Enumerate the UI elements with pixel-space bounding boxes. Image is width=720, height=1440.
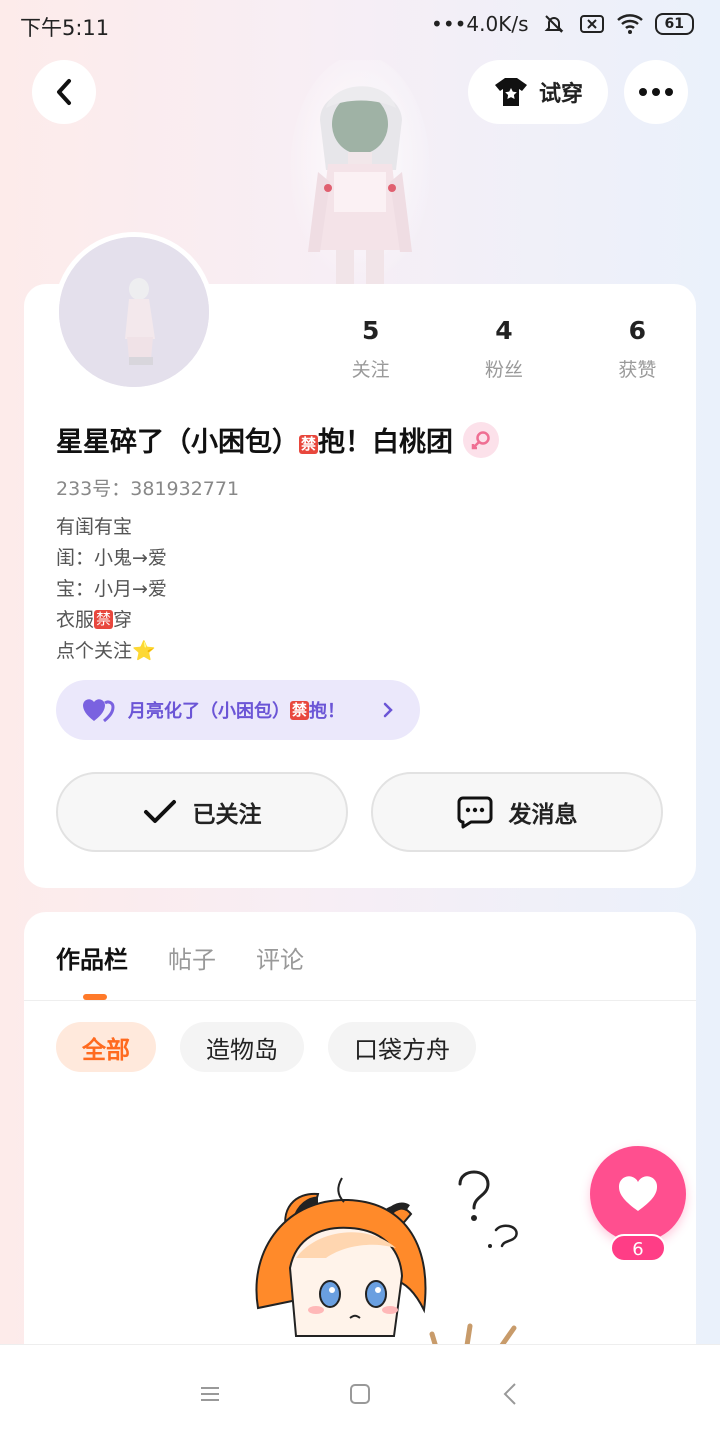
- tab-comments[interactable]: 评论: [256, 940, 304, 975]
- nickname-text: 星星碎了（小困包）: [56, 427, 299, 458]
- try-on-label: 试穿: [538, 82, 583, 107]
- like-button[interactable]: [590, 1146, 686, 1242]
- status-icons: •••4.0K/s 61: [431, 12, 694, 36]
- sim-off-icon: [579, 13, 605, 35]
- menu-nav-button[interactable]: [195, 1379, 225, 1409]
- avatar[interactable]: [54, 232, 214, 392]
- status-bar: 下午5:11 •••4.0K/s 61: [0, 0, 720, 50]
- stat-value: 4: [495, 316, 513, 345]
- tab-posts[interactable]: 帖子: [168, 940, 216, 975]
- stat-likes[interactable]: 6 获赞: [571, 316, 704, 382]
- ban-emoji: 禁: [299, 435, 319, 454]
- chevron-left-icon: [57, 79, 71, 105]
- bio-line: 宝：小月→爱: [56, 578, 167, 600]
- check-icon: [143, 800, 176, 823]
- square-home-icon: [350, 1384, 370, 1404]
- bio-line: 有闺有宝: [56, 516, 133, 538]
- bio-line: 衣服禁穿: [56, 609, 133, 631]
- double-heart-icon: [83, 699, 115, 723]
- stat-value: 6: [628, 316, 647, 345]
- tab-works[interactable]: 作品栏: [56, 940, 128, 975]
- ban-emoji: 禁: [290, 701, 310, 720]
- partner-link[interactable]: 月亮化了（小困包）禁抱！: [56, 680, 420, 740]
- stat-followers[interactable]: 4 粉丝: [437, 316, 570, 382]
- system-nav-bar: [0, 1344, 720, 1440]
- back-button[interactable]: [32, 60, 96, 124]
- female-gender-icon: [463, 421, 500, 458]
- profile-stats: 5 关注 4 粉丝 6 获赞: [304, 316, 704, 382]
- more-dots-icon: [639, 88, 673, 96]
- works-filters: 全部 造物岛 口袋方舟: [56, 1022, 476, 1072]
- network-speed: •••4.0K/s: [431, 12, 529, 36]
- stat-label: 关注: [351, 359, 390, 381]
- more-button[interactable]: [624, 60, 688, 124]
- send-message-button[interactable]: 发消息: [371, 772, 663, 852]
- stat-label: 获赞: [618, 359, 657, 381]
- following-button[interactable]: 已关注: [56, 772, 348, 852]
- tab-divider: [24, 1000, 696, 1001]
- back-triangle-icon: [503, 1383, 516, 1405]
- stat-following[interactable]: 5 关注: [304, 316, 437, 382]
- following-label: 已关注: [192, 802, 262, 828]
- bio: 有闺有宝 闺：小鬼→爱 宝：小月→爱 衣服禁穿 点个关注⭐: [56, 512, 167, 667]
- status-time: 下午5:11: [20, 16, 110, 40]
- stat-label: 粉丝: [484, 359, 523, 381]
- filter-creation-island[interactable]: 造物岛: [180, 1022, 304, 1072]
- filter-all[interactable]: 全部: [56, 1022, 156, 1072]
- works-card: 作品栏 帖子 评论 全部 造物岛 口袋方舟: [24, 912, 696, 1372]
- mute-bell-icon: [541, 13, 567, 35]
- battery-indicator: 61: [654, 13, 694, 35]
- bio-line: 闺：小鬼→爱: [56, 547, 167, 569]
- nickname-text-suffix: 抱！白桃团: [318, 427, 454, 458]
- filter-pocket-ark[interactable]: 口袋方舟: [328, 1022, 476, 1072]
- partner-name: 月亮化了（小困包）禁抱！: [128, 701, 346, 722]
- message-bubble-icon: [457, 796, 492, 829]
- avatar-3d-figure[interactable]: [290, 55, 430, 288]
- tshirt-icon: [494, 78, 527, 106]
- menu-icon: [201, 1387, 219, 1401]
- empty-state-illustration: [238, 1158, 538, 1358]
- user-id: 233号：381932771: [56, 478, 240, 500]
- home-nav-button[interactable]: [345, 1379, 375, 1409]
- back-nav-button[interactable]: [495, 1379, 525, 1409]
- stat-value: 5: [361, 316, 380, 345]
- like-count-badge: 6: [610, 1234, 666, 1262]
- nickname: 星星碎了（小困包） 禁抱！白桃团: [56, 420, 500, 459]
- bio-line: 点个关注⭐: [56, 640, 156, 662]
- send-message-label: 发消息: [508, 802, 578, 828]
- content-tabs: 作品栏 帖子 评论: [56, 940, 304, 975]
- try-on-button[interactable]: 试穿: [468, 60, 608, 124]
- ban-emoji: 禁: [94, 610, 114, 629]
- chevron-right-icon: [383, 702, 393, 718]
- heart-icon: [618, 1176, 658, 1211]
- wifi-icon: [616, 13, 643, 35]
